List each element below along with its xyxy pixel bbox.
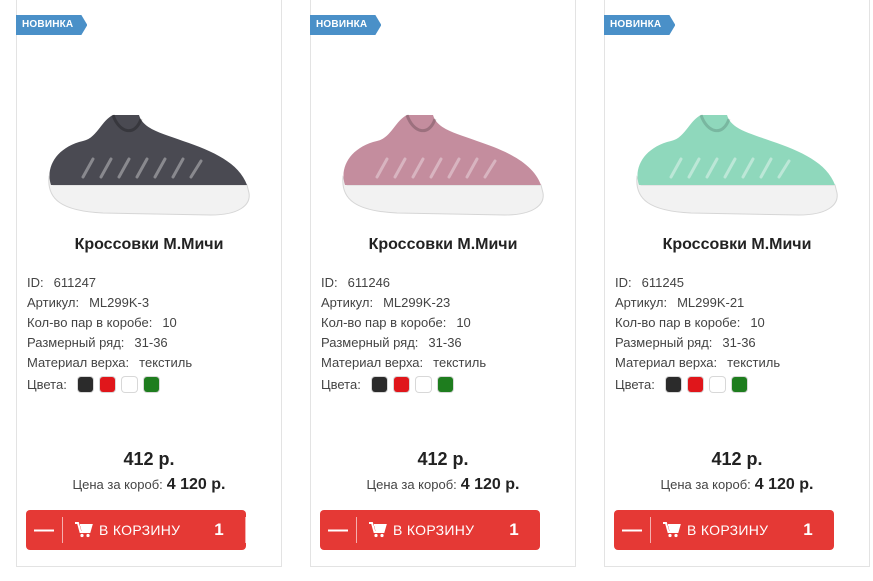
product-card[interactable]: НОВИНКА Кроссовки М.Мичи ID: 611247 Артик… — [16, 0, 282, 567]
spec-material: Материал верха: текстиль — [27, 355, 193, 370]
spec-pairs: Кол-во пар в коробе: 10 — [27, 315, 177, 330]
product-image[interactable] — [43, 107, 253, 225]
color-options: Цвета: — [615, 373, 780, 395]
add-to-cart-button[interactable]: В КОРЗИНУ — [651, 510, 782, 550]
unit-price: 412 р. — [711, 449, 763, 469]
color-swatch-red[interactable] — [99, 376, 115, 392]
spec-size: Размерный ряд: 31-36 — [615, 335, 756, 350]
new-badge: НОВИНКА — [16, 15, 87, 35]
add-to-cart-label: В КОРЗИНУ — [393, 522, 475, 538]
product-image[interactable] — [337, 107, 547, 225]
shoe-upper — [343, 115, 541, 185]
new-badge: НОВИНКА — [310, 15, 381, 35]
box-price: Цена за короб: 4 120 р. — [72, 476, 226, 493]
decrease-qty-button[interactable]: — — [26, 510, 62, 550]
spec-id: ID: 611245 — [615, 275, 685, 290]
cart-icon — [369, 522, 387, 538]
product-specs: ID: 611245 Артикул: ML299K-21 Кол-во пар в… — [615, 273, 780, 395]
spec-article: Артикул: ML299K-21 — [615, 295, 745, 310]
divider — [245, 517, 246, 543]
color-swatch-red[interactable] — [393, 376, 409, 392]
add-to-cart-label: В КОРЗИНУ — [99, 522, 181, 538]
spec-size: Размерный ряд: 31-36 — [321, 335, 462, 350]
color-swatch-white[interactable] — [709, 376, 725, 392]
add-to-cart-control: — В КОРЗИНУ 1 — [614, 510, 834, 550]
product-card[interactable]: НОВИНКА Кроссовки М.Мичи ID: 611245 Артик… — [604, 0, 870, 567]
color-options: Цвета: — [321, 373, 486, 395]
color-swatch-black[interactable] — [77, 376, 93, 392]
color-swatch-green[interactable] — [437, 376, 453, 392]
colors-label: Цвета: — [27, 376, 67, 392]
product-title[interactable]: Кроссовки М.Мичи — [605, 236, 869, 254]
qty-value[interactable]: 1 — [782, 520, 834, 540]
colors-label: Цвета: — [615, 376, 655, 392]
cart-icon — [663, 522, 681, 538]
unit-price: 412 р. — [417, 449, 469, 469]
decrease-qty-button[interactable]: — — [320, 510, 356, 550]
color-swatch-black[interactable] — [665, 376, 681, 392]
shoe-upper — [637, 115, 835, 185]
cart-icon — [75, 522, 93, 538]
qty-value[interactable]: 1 — [193, 520, 245, 540]
product-title[interactable]: Кроссовки М.Мичи — [17, 236, 281, 254]
colors-label: Цвета: — [321, 376, 361, 392]
unit-price: 412 р. — [123, 449, 175, 469]
spec-article: Артикул: ML299K-3 — [27, 295, 150, 310]
add-to-cart-control: — В КОРЗИНУ 1 — [320, 510, 540, 550]
product-card[interactable]: НОВИНКА Кроссовки М.Мичи ID: 611246 Артик… — [310, 0, 576, 567]
spec-material: Материал верха: текстиль — [615, 355, 781, 370]
add-to-cart-button[interactable]: В КОРЗИНУ — [63, 510, 193, 550]
spec-pairs: Кол-во пар в коробе: 10 — [615, 315, 765, 330]
new-badge: НОВИНКА — [604, 15, 675, 35]
product-specs: ID: 611246 Артикул: ML299K-23 Кол-во пар в… — [321, 273, 486, 395]
color-swatch-green[interactable] — [731, 376, 747, 392]
add-to-cart-control: — В КОРЗИНУ 1 — [26, 510, 246, 550]
color-swatch-red[interactable] — [687, 376, 703, 392]
box-price: Цена за короб: 4 120 р. — [366, 476, 520, 493]
color-options: Цвета: — [27, 373, 192, 395]
spec-id: ID: 611246 — [321, 275, 391, 290]
decrease-qty-button[interactable]: — — [614, 510, 650, 550]
color-swatch-white[interactable] — [121, 376, 137, 392]
spec-article: Артикул: ML299K-23 — [321, 295, 451, 310]
box-price: Цена за короб: 4 120 р. — [660, 476, 814, 493]
color-swatch-black[interactable] — [371, 376, 387, 392]
add-to-cart-label: В КОРЗИНУ — [687, 522, 769, 538]
spec-material: Материал верха: текстиль — [321, 355, 487, 370]
qty-value[interactable]: 1 — [488, 520, 540, 540]
product-specs: ID: 611247 Артикул: ML299K-3 Кол-во пар в … — [27, 273, 192, 395]
product-title[interactable]: Кроссовки М.Мичи — [311, 236, 575, 254]
product-grid: НОВИНКА Кроссовки М.Мичи ID: 611247 Артик… — [0, 0, 873, 581]
shoe-upper — [49, 115, 248, 185]
add-to-cart-button[interactable]: В КОРЗИНУ — [357, 510, 488, 550]
product-image[interactable] — [631, 107, 841, 225]
color-swatch-white[interactable] — [415, 376, 431, 392]
color-swatch-green[interactable] — [143, 376, 159, 392]
spec-size: Размерный ряд: 31-36 — [27, 335, 168, 350]
spec-id: ID: 611247 — [27, 275, 97, 290]
spec-pairs: Кол-во пар в коробе: 10 — [321, 315, 471, 330]
